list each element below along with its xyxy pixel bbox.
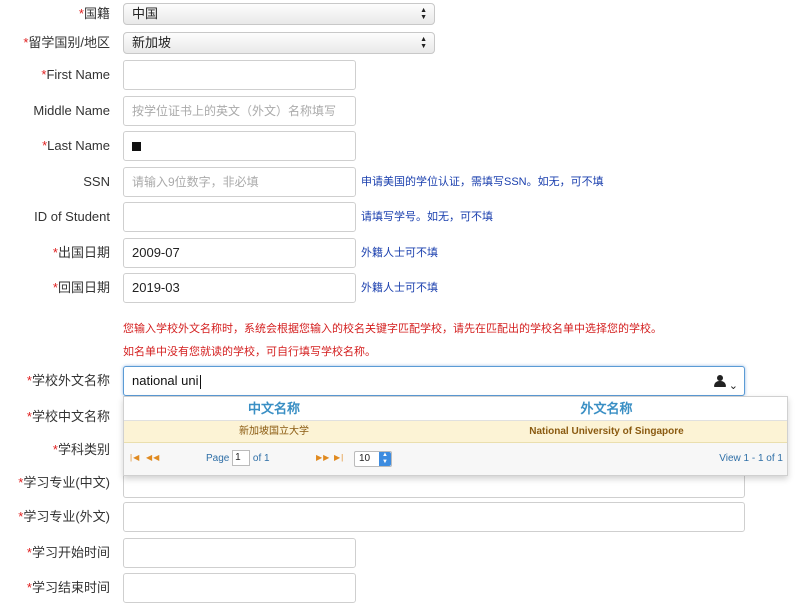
page-indicator: Page 1 of 1: [206, 443, 270, 475]
student-id-input[interactable]: [123, 202, 356, 232]
page-size-select[interactable]: 10 ▲ ▼: [354, 451, 392, 467]
major-foreign-input[interactable]: [123, 502, 745, 532]
major-foreign-label: *学习专业(外文): [18, 509, 110, 524]
return-date-label: *回国日期: [52, 280, 110, 295]
user-icon[interactable]: [714, 375, 726, 388]
select-arrows-icon: ▲ ▼: [420, 36, 427, 50]
end-time-row: *学习结束时间: [0, 572, 800, 604]
column-header-chinese[interactable]: 中文名称: [124, 397, 424, 421]
autocomplete-header: 中文名称 外文名称: [124, 397, 787, 421]
autocomplete-pager: |◀ ◀◀ Page 1 of 1 ▶▶ ▶| 10 ▲ ▼ View 1 - 1…: [124, 443, 787, 475]
first-name-input[interactable]: [123, 60, 356, 90]
school-notice-line2: 如名单中没有您就读的学校，可自行填写学校名称。: [123, 346, 376, 358]
start-time-label: *学习开始时间: [26, 545, 110, 560]
start-time-input[interactable]: [123, 538, 356, 568]
school-foreign-name-cell: National University of Singapore: [529, 426, 684, 437]
student-id-hint: 请填写学号。如无，可不填: [361, 211, 493, 223]
nationality-label: *国籍: [78, 6, 110, 21]
last-name-row: *Last Name: [0, 130, 800, 162]
first-page-icon[interactable]: |◀: [130, 453, 140, 462]
ssn-hint: 申请美国的学位认证，需填写SSN。如无，可不填: [361, 176, 604, 188]
ssn-row: SSN 请输入9位数字，非必填 申请美国的学位认证，需填写SSN。如无，可不填: [0, 166, 800, 198]
start-time-row: *学习开始时间: [0, 537, 800, 569]
prev-page-icon[interactable]: ◀◀: [146, 453, 160, 462]
return-date-hint: 外籍人士可不填: [361, 282, 438, 294]
school-chinese-label: *学校中文名称: [26, 409, 110, 424]
nationality-row: *国籍 中国 ▲ ▼: [0, 0, 800, 30]
end-time-input[interactable]: [123, 573, 356, 603]
school-chinese-name-cell: 新加坡国立大学: [239, 426, 309, 437]
next-page-icon[interactable]: ▶▶: [316, 453, 330, 462]
student-id-label: ID of Student: [34, 209, 110, 224]
page-number-input[interactable]: 1: [232, 450, 251, 467]
school-foreign-label: *学校外文名称: [26, 373, 110, 388]
depart-date-hint: 外籍人士可不填: [361, 247, 438, 259]
depart-date-input[interactable]: 2009-07: [123, 238, 356, 268]
middle-name-input[interactable]: 按学位证书上的英文（外文）名称填写: [123, 96, 356, 126]
major-chinese-label: *学习专业(中文): [18, 475, 110, 490]
column-header-foreign[interactable]: 外文名称: [424, 397, 789, 421]
redacted-mark: [132, 142, 141, 152]
school-notice-line1: 您输入学校外文名称时，系统会根据您输入的校名关键字匹配学校，请先在匹配出的学校名…: [123, 323, 662, 335]
select-arrows-icon: ▲ ▼: [420, 7, 427, 21]
view-count: View 1 - 1 of 1: [719, 453, 783, 464]
autocomplete-row[interactable]: 新加坡国立大学 National University of Singapore: [124, 421, 787, 443]
end-time-label: *学习结束时间: [26, 580, 110, 595]
last-page-icon[interactable]: ▶|: [334, 453, 344, 462]
text-caret: [199, 374, 201, 389]
first-name-label: *First Name: [41, 67, 110, 82]
last-name-input[interactable]: [123, 131, 356, 161]
school-autocomplete-dropdown: 中文名称 外文名称 新加坡国立大学 National University of…: [123, 396, 788, 476]
depart-date-row: *出国日期 2009-07 外籍人士可不填: [0, 237, 800, 269]
middle-name-label: Middle Name: [33, 103, 110, 118]
ssn-label: SSN: [83, 174, 110, 189]
middle-name-row: Middle Name 按学位证书上的英文（外文）名称填写: [0, 95, 800, 127]
select-arrows-icon: ▲ ▼: [379, 452, 391, 466]
return-date-input[interactable]: 2019-03: [123, 273, 356, 303]
return-date-row: *回国日期 2019-03 外籍人士可不填: [0, 272, 800, 304]
study-country-row: *留学国别/地区 新加坡 ▲ ▼: [0, 27, 800, 59]
nationality-select[interactable]: 中国 ▲ ▼: [123, 3, 435, 25]
major-foreign-row: *学习专业(外文): [0, 501, 800, 533]
last-name-label: *Last Name: [42, 138, 110, 153]
study-country-select[interactable]: 新加坡 ▲ ▼: [123, 32, 435, 54]
first-name-row: *First Name: [0, 59, 800, 91]
depart-date-label: *出国日期: [52, 245, 110, 260]
study-country-label: *留学国别/地区: [23, 35, 110, 50]
student-id-row: ID of Student 请填写学号。如无，可不填: [0, 201, 800, 233]
school-foreign-input[interactable]: national uni ⌄: [123, 366, 745, 396]
subject-category-label: *学科类别: [52, 442, 110, 457]
ssn-input[interactable]: 请输入9位数字，非必填: [123, 167, 356, 197]
